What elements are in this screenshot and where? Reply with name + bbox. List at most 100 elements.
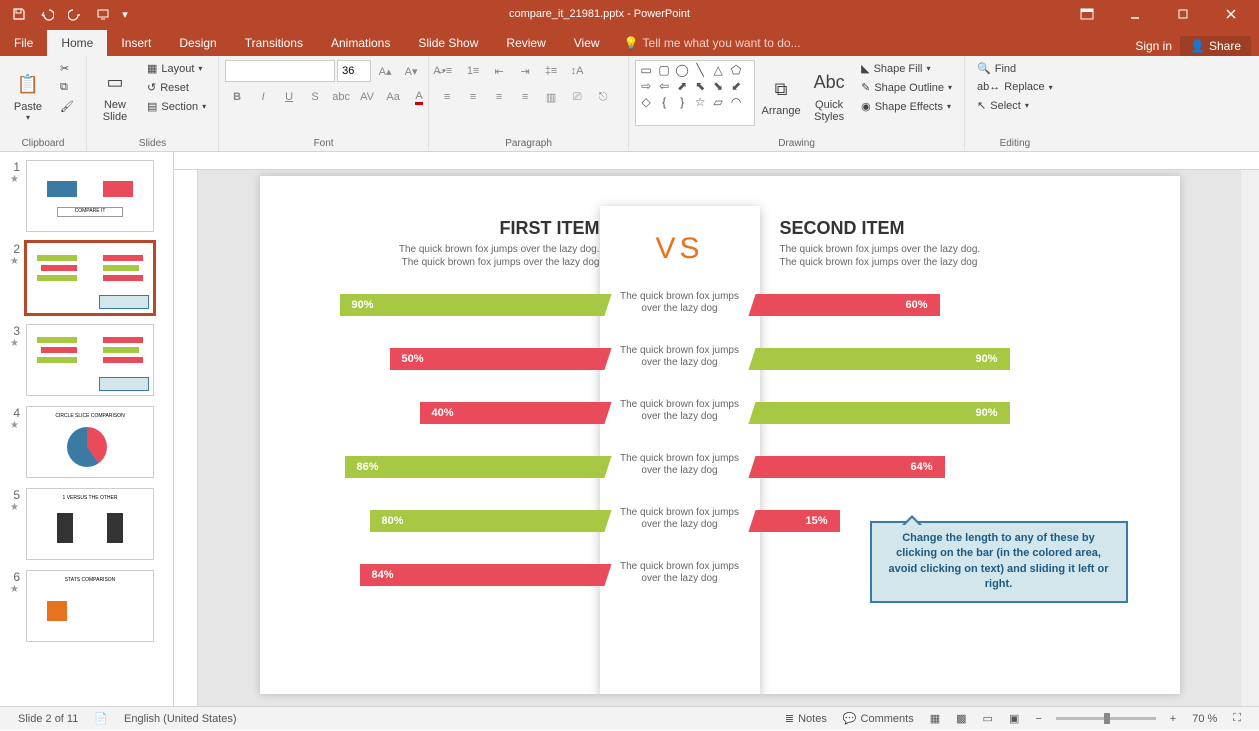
slideshow-view-button[interactable]: ▣ <box>1001 707 1027 731</box>
line-spacing-button[interactable]: ‡≡ <box>539 60 563 82</box>
right-column-header[interactable]: SECOND ITEM The quick brown fox jumps ov… <box>780 218 1000 269</box>
justify-button[interactable]: ≡ <box>513 86 537 108</box>
slide-canvas[interactable]: FIRST ITEM The quick brown fox jumps ove… <box>260 176 1180 694</box>
slide-thumbnail-2[interactable] <box>26 242 154 314</box>
zoom-level[interactable]: 70 % <box>1184 707 1225 731</box>
zoom-slider[interactable] <box>1056 717 1156 720</box>
sorter-view-button[interactable]: ▩ <box>948 707 974 731</box>
tab-transitions[interactable]: Transitions <box>231 30 317 56</box>
smartart-button[interactable]: ⎋ <box>591 86 615 108</box>
left-bar[interactable]: 84% <box>360 564 600 586</box>
right-bar[interactable]: 15% <box>760 510 840 532</box>
tab-view[interactable]: View <box>560 30 614 56</box>
right-bar[interactable]: 90% <box>760 348 1010 370</box>
bullets-button[interactable]: •≡ <box>435 60 459 82</box>
font-color-button[interactable]: A <box>407 86 431 108</box>
right-bar[interactable]: 64% <box>760 456 945 478</box>
undo-button[interactable] <box>34 2 60 26</box>
slide-thumbnail-6[interactable]: STATS COMPARISON <box>26 570 154 642</box>
redo-button[interactable] <box>62 2 88 26</box>
start-slideshow-button[interactable] <box>90 2 116 26</box>
tab-review[interactable]: Review <box>492 30 559 56</box>
qat-customize-button[interactable]: ▾ <box>118 2 132 26</box>
strike-button[interactable]: S <box>303 86 327 108</box>
align-text-button[interactable]: ⎚ <box>565 86 589 108</box>
arrange-button[interactable]: ⧉ Arrange <box>759 60 803 130</box>
left-bar[interactable]: 86% <box>345 456 600 478</box>
select-button[interactable]: ↖Select▾ <box>971 97 1059 114</box>
case-button[interactable]: Aa <box>381 86 405 108</box>
italic-button[interactable]: I <box>251 86 275 108</box>
shadow-button[interactable]: abc <box>329 86 353 108</box>
spell-check-icon[interactable]: 📄 <box>86 707 116 731</box>
columns-button[interactable]: ▥ <box>539 86 563 108</box>
right-bar[interactable]: 60% <box>760 294 940 316</box>
align-right-button[interactable]: ≡ <box>487 86 511 108</box>
zoom-in-button[interactable]: + <box>1162 707 1184 731</box>
fit-button[interactable]: ⛶ <box>1225 707 1249 731</box>
language-indicator[interactable]: English (United States) <box>116 707 245 731</box>
section-button[interactable]: ▤Section▾ <box>141 98 212 115</box>
bold-button[interactable]: B <box>225 86 249 108</box>
reading-view-button[interactable]: ▭ <box>975 707 1001 731</box>
quick-styles-button[interactable]: Abc Quick Styles <box>807 60 851 130</box>
close-button[interactable] <box>1211 2 1251 26</box>
indent-dec-button[interactable]: ⇤ <box>487 60 511 82</box>
vs-center-panel[interactable]: VS The quick brown fox jumps over the la… <box>600 206 760 694</box>
tab-home[interactable]: Home <box>47 30 107 56</box>
tab-animations[interactable]: Animations <box>317 30 404 56</box>
tab-file[interactable]: File <box>0 30 47 56</box>
minimize-button[interactable] <box>1115 2 1155 26</box>
reset-button[interactable]: ↺Reset <box>141 79 212 96</box>
tell-me-input[interactable]: 💡 Tell me what you want to do... <box>614 30 811 56</box>
slide-thumbnail-1[interactable]: COMPARE IT <box>26 160 154 232</box>
copy-button[interactable]: ⧉ <box>54 79 80 96</box>
left-bar[interactable]: 50% <box>390 348 600 370</box>
notes-button[interactable]: ≣Notes <box>777 707 835 731</box>
left-bar[interactable]: 40% <box>420 402 600 424</box>
maximize-button[interactable] <box>1163 2 1203 26</box>
paste-button[interactable]: 📋 Paste ▾ <box>6 60 50 130</box>
signin-link[interactable]: Sign in <box>1135 39 1172 53</box>
shape-fill-button[interactable]: ◣Shape Fill▾ <box>855 60 958 77</box>
underline-button[interactable]: U <box>277 86 301 108</box>
slide-thumbnail-5[interactable]: 1 VERSUS THE OTHER <box>26 488 154 560</box>
layout-button[interactable]: ▦Layout▾ <box>141 60 212 77</box>
slide-thumbnail-4[interactable]: CIRCLE SLICE COMPARISON <box>26 406 154 478</box>
shapes-gallery[interactable]: ▭▢◯╲△⬠ ⇨⇦⬈⬉⬊⬋ ◇{}☆▱◠ <box>635 60 755 126</box>
grow-font-button[interactable]: A▴ <box>373 60 397 82</box>
zoom-out-button[interactable]: − <box>1027 707 1049 731</box>
left-bar[interactable]: 80% <box>370 510 600 532</box>
shape-outline-button[interactable]: ✎Shape Outline▾ <box>855 79 958 96</box>
slide-thumbnails-panel[interactable]: 1★COMPARE IT2★3★4★CIRCLE SLICE COMPARISO… <box>0 152 174 706</box>
normal-view-button[interactable]: ▦ <box>922 707 948 731</box>
shrink-font-button[interactable]: A▾ <box>399 60 423 82</box>
font-size-input[interactable] <box>337 60 371 82</box>
align-center-button[interactable]: ≡ <box>461 86 485 108</box>
save-button[interactable] <box>6 2 32 26</box>
shape-effects-button[interactable]: ◉Shape Effects▾ <box>855 98 958 115</box>
font-family-input[interactable] <box>225 60 335 82</box>
left-column-header[interactable]: FIRST ITEM The quick brown fox jumps ove… <box>380 218 600 269</box>
text-direction-button[interactable]: ↕A <box>565 60 589 82</box>
comments-button[interactable]: 💬Comments <box>835 707 922 731</box>
callout-tip[interactable]: Change the length to any of these by cli… <box>870 521 1128 603</box>
share-button[interactable]: 👤 Share <box>1180 36 1251 56</box>
replace-button[interactable]: ab↔Replace▾ <box>971 79 1059 95</box>
slide-editor[interactable]: FIRST ITEM The quick brown fox jumps ove… <box>174 152 1259 706</box>
tab-slideshow[interactable]: Slide Show <box>404 30 492 56</box>
right-bar[interactable]: 90% <box>760 402 1010 424</box>
align-left-button[interactable]: ≡ <box>435 86 459 108</box>
find-button[interactable]: 🔍Find <box>971 60 1059 77</box>
cut-button[interactable]: ✂ <box>54 60 80 77</box>
slide-thumbnail-3[interactable] <box>26 324 154 396</box>
indent-inc-button[interactable]: ⇥ <box>513 60 537 82</box>
new-slide-button[interactable]: ▭ New Slide <box>93 60 137 130</box>
ribbon-options-button[interactable] <box>1067 2 1107 26</box>
format-painter-button[interactable]: 🖌 <box>54 98 80 115</box>
tab-insert[interactable]: Insert <box>107 30 165 56</box>
left-bar[interactable]: 90% <box>340 294 600 316</box>
numbering-button[interactable]: 1≡ <box>461 60 485 82</box>
tab-design[interactable]: Design <box>165 30 230 56</box>
spacing-button[interactable]: AV <box>355 86 379 108</box>
